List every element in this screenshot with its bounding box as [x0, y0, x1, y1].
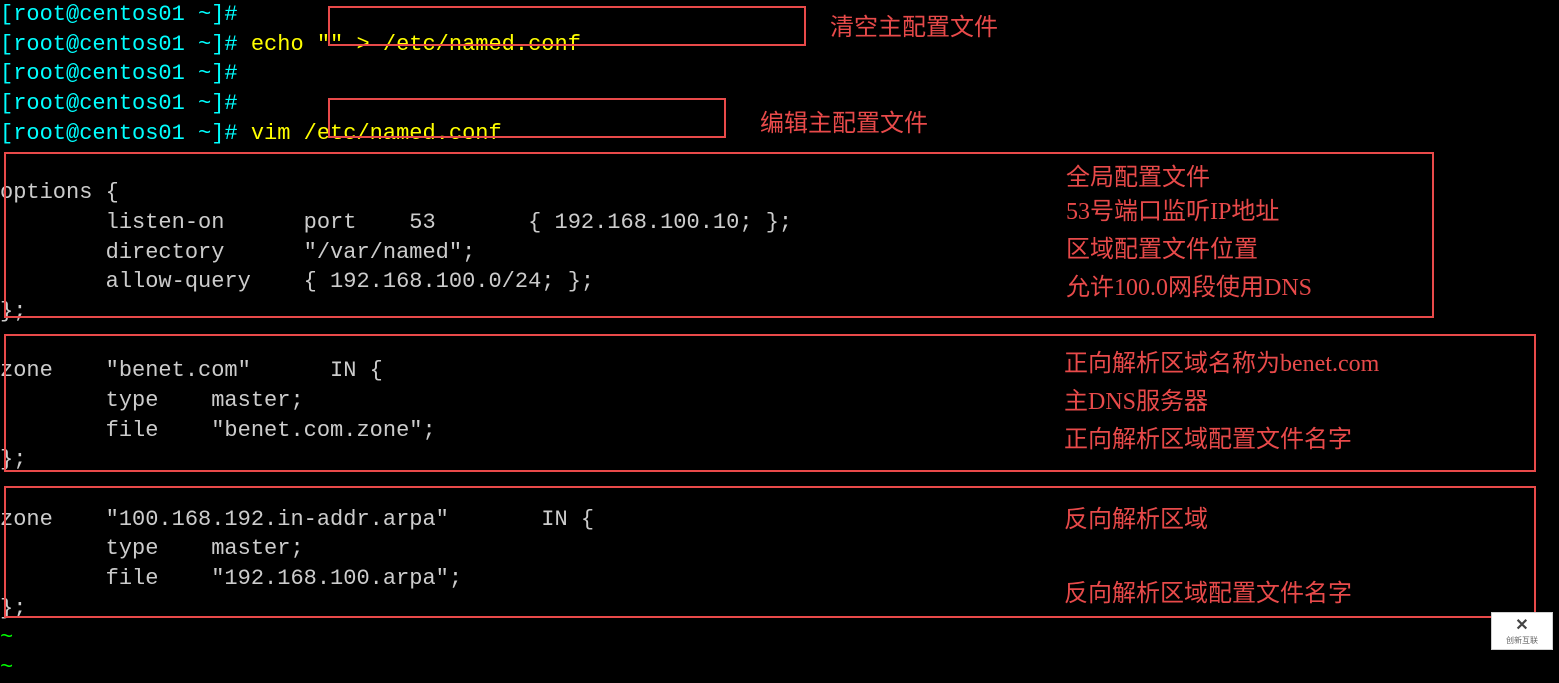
annotation-allow-network: 允许100.0网段使用DNS — [1066, 272, 1312, 304]
annotation-reverse-zone-file: 反向解析区域配置文件名字 — [1064, 578, 1352, 610]
vim-tilde: ~ — [0, 653, 1559, 683]
prompt-line: [root@centos01 ~]# — [0, 59, 1559, 89]
annotation-port53-listen: 53号端口监听IP地址 — [1066, 196, 1279, 228]
annotation-master-dns: 主DNS服务器 — [1064, 386, 1208, 418]
watermark-icon: ✕ — [1515, 615, 1528, 637]
conf-options-open: options { — [0, 178, 1559, 208]
blank-line — [0, 148, 1559, 178]
annotation-reverse-zone: 反向解析区域 — [1064, 504, 1208, 536]
conf-allow-query: allow-query { 192.168.100.0/24; }; — [0, 267, 1559, 297]
annotation-zone-file-loc: 区域配置文件位置 — [1066, 234, 1258, 266]
zone-arpa-open: zone "100.168.192.in-addr.arpa" IN { — [0, 505, 1559, 535]
cmd-echo-line: [root@centos01 ~]# echo "" > /etc/named.… — [0, 30, 1559, 60]
prompt-line: [root@centos01 ~]# — [0, 0, 1559, 30]
annotation-global-config: 全局配置文件 — [1066, 162, 1210, 194]
annotation-edit-config: 编辑主配置文件 — [760, 108, 928, 140]
zone-arpa-type: type master; — [0, 534, 1559, 564]
blank-line — [0, 475, 1559, 505]
vim-tilde: ~ — [0, 623, 1559, 653]
conf-listen-on: listen-on port 53 { 192.168.100.10; }; — [0, 208, 1559, 238]
watermark-logo: ✕ 创新互联 — [1491, 612, 1553, 650]
watermark-text: 创新互联 — [1506, 636, 1538, 647]
annotation-clear-config: 清空主配置文件 — [830, 12, 998, 44]
annotation-forward-zone-name: 正向解析区域名称为benet.com — [1064, 348, 1379, 380]
annotation-forward-zone-file: 正向解析区域配置文件名字 — [1064, 424, 1352, 456]
conf-directory: directory "/var/named"; — [0, 238, 1559, 268]
conf-options-close: }; — [0, 297, 1559, 327]
zone-benet-type: type master; — [0, 386, 1559, 416]
